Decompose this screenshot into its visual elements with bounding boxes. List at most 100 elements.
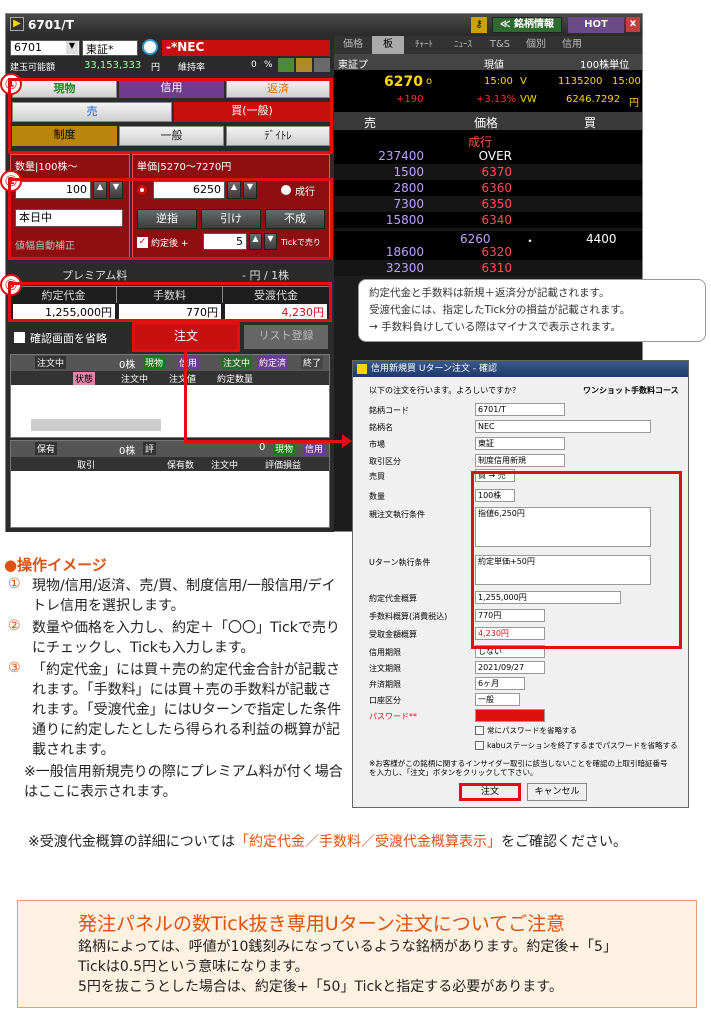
skip-confirm-checkbox[interactable] bbox=[14, 332, 25, 343]
dialog-field-label: 売買 bbox=[369, 472, 385, 481]
orders-panel: 注文中 0株 現物 信用 注文中 約定済 終了 状態 注文中 注文値 約定数量 bbox=[10, 354, 330, 438]
price-mark: o bbox=[426, 76, 433, 87]
hot-button[interactable]: HOT bbox=[568, 17, 624, 33]
market-select[interactable]: 東証* bbox=[82, 40, 138, 56]
howto-list: ① 現物/信用/返済、売/買、制度信用/一般信用/デイトレ信用を選択します。 ②… bbox=[8, 576, 344, 802]
board-cell-price[interactable]: 6320 bbox=[462, 245, 512, 259]
title-bar: ▶ 6701/T ⚷ ≪ 銘柄情報 HOT x bbox=[6, 14, 642, 36]
board-cell-sell[interactable]: 2800 bbox=[374, 181, 424, 195]
board-cell-sell[interactable]: 15800 bbox=[374, 213, 424, 227]
skip-password-session-label: kabuステーションを終了するまでパスワードを省略する bbox=[487, 741, 678, 750]
howto-title: ●操作イメージ bbox=[4, 556, 107, 574]
holdings-col-order: 注文中 bbox=[211, 461, 239, 471]
board-cell-sell[interactable]: 237400 bbox=[374, 149, 424, 163]
orders-filter-margin[interactable]: 信用 bbox=[177, 356, 200, 369]
tab-board[interactable]: 板 bbox=[372, 36, 404, 54]
password-input[interactable] bbox=[475, 709, 545, 722]
quote-unit: 100株単位 bbox=[580, 60, 630, 71]
calc-icon[interactable] bbox=[296, 58, 312, 72]
board-cell-price[interactable]: 6360 bbox=[462, 181, 512, 195]
board-row: 2800 6360 bbox=[334, 180, 642, 196]
margin-value: 33,153,333 bbox=[84, 60, 142, 71]
skip-password-label: 常にパスワードを省略する bbox=[487, 726, 577, 735]
chart-icon[interactable] bbox=[278, 58, 294, 72]
dialog-field-label: 数量 bbox=[369, 492, 385, 501]
arrow-head-icon bbox=[342, 434, 352, 448]
board-bottom-mark: ・ bbox=[524, 234, 537, 248]
vwap-mark: VW bbox=[520, 94, 537, 105]
board-price-header: 価格 bbox=[474, 116, 499, 130]
board-row: 32300 6310 bbox=[334, 260, 642, 276]
detail-note-link[interactable]: 「約定代金／手数料／受渡代金概算表示」 bbox=[235, 834, 501, 850]
board-cell-sell[interactable]: 32300 bbox=[374, 261, 424, 275]
dialog-cancel-button[interactable]: キャンセル bbox=[527, 783, 587, 801]
key-icon[interactable]: ⚷ bbox=[471, 17, 487, 33]
holdings-col-trade: 取引 bbox=[77, 461, 96, 471]
detail-note-suffix: をご確認ください。 bbox=[501, 834, 628, 850]
price-change: +190 bbox=[396, 94, 424, 105]
board-bottom-buy: 4400 bbox=[586, 232, 617, 246]
warning-line-1: 銘柄によっては、呼値が10銭刻みになっているような銘柄があります。約定後+「5」 bbox=[78, 939, 617, 955]
highlight-amounts bbox=[8, 282, 332, 322]
dialog-note: ※お客様がこの銘柄に関するインサイダー取引に該当しないことを確認の上取引暗証番号… bbox=[369, 759, 668, 777]
dialog-field-value: 制度信用新規 bbox=[475, 454, 565, 467]
board-cell-sell[interactable]: 1500 bbox=[374, 165, 424, 179]
premium-label: プレミアム料 bbox=[62, 269, 128, 282]
holdings-filter-cash[interactable]: 現物 bbox=[273, 442, 296, 455]
warning-line-2: Tickは0.5円という意味になります。 bbox=[78, 959, 309, 975]
list-register-button[interactable]: リスト登録 bbox=[244, 325, 328, 349]
board-cell-price[interactable]: 6310 bbox=[462, 261, 512, 275]
board-cell-price[interactable]: 6340 bbox=[462, 213, 512, 227]
callout: 約定代金と手数料は新規＋返済分が記載されます。 受渡代金には、指定したTick分… bbox=[358, 279, 706, 342]
dialog-field-value: 2021/09/27 bbox=[475, 661, 545, 674]
margin-unit: 円 bbox=[151, 63, 161, 73]
dialog-field-label: 手数料概算(消費税込) bbox=[369, 612, 448, 621]
board-cell-sell[interactable]: 18600 bbox=[374, 245, 424, 259]
board-cell-price[interactable]: 6370 bbox=[462, 165, 512, 179]
search-icon[interactable] bbox=[142, 39, 158, 55]
dialog-field-label: 取引区分 bbox=[369, 457, 401, 466]
tab-credit[interactable]: 信用 bbox=[554, 36, 590, 54]
dialog-field-label: 市場 bbox=[369, 440, 385, 449]
dialog-field-value: NEC bbox=[475, 420, 651, 433]
orders-filter-filled[interactable]: 約定済 bbox=[257, 356, 289, 369]
tab-individual[interactable]: 個別 bbox=[518, 36, 554, 54]
tab-price[interactable]: 価格 bbox=[334, 36, 372, 54]
howto-note: ※一般信用新規売りの際にプレミアム料が付く場合はここに表示されます。 bbox=[24, 764, 343, 800]
detail-note-prefix: ※受渡代金概算の詳細については bbox=[28, 834, 236, 850]
dialog-field-value: 東証 bbox=[475, 437, 565, 450]
margin-label: 建玉可能額 bbox=[10, 63, 56, 73]
tab-chart[interactable]: ﾁｬｰﾄ bbox=[404, 36, 444, 54]
skip-password-session-checkbox[interactable] bbox=[475, 741, 484, 750]
vwap: 6246.7292 bbox=[566, 94, 621, 105]
board-row: 15800 6340 bbox=[334, 212, 642, 228]
vwap-unit: 円 bbox=[629, 98, 639, 109]
chevron-down-icon[interactable]: ▼ bbox=[66, 41, 78, 54]
orders-col-qty: 約定数量 bbox=[217, 375, 254, 385]
orders-tag: 注文中 bbox=[35, 356, 67, 369]
quote-market: 東証プ bbox=[338, 60, 368, 71]
orders-filter-done[interactable]: 終了 bbox=[301, 356, 324, 369]
dialog-field-value: 6ヶ月 bbox=[475, 677, 525, 690]
tab-ts[interactable]: T&S bbox=[482, 36, 518, 54]
maint-unit: % bbox=[264, 60, 273, 70]
detail-note: ※受渡代金概算の詳細については「約定代金／手数料／受渡代金概算表示」をご確認くだ… bbox=[28, 832, 658, 852]
howto-num-2: ② bbox=[8, 618, 21, 634]
orders-scrollbar[interactable] bbox=[31, 419, 161, 431]
close-icon[interactable]: x bbox=[626, 17, 640, 32]
skip-password-checkbox[interactable] bbox=[475, 726, 484, 735]
orders-filter-active[interactable]: 注文中 bbox=[221, 356, 253, 369]
maint-label: 維持率 bbox=[178, 63, 206, 73]
howto-text-2: 数量や価格を入力し、約定＋「〇〇」Tickで売りにチェックし、Tickも入力しま… bbox=[32, 620, 340, 656]
arrow-line-h bbox=[184, 440, 344, 443]
board-cell-price[interactable]: OVER bbox=[462, 149, 512, 163]
holdings-filter-margin[interactable]: 信用 bbox=[303, 442, 326, 455]
dialog-order-button[interactable]: 注文 bbox=[459, 783, 521, 801]
holdings-count2: 0 bbox=[259, 442, 266, 453]
board-cell-sell[interactable]: 7300 bbox=[374, 197, 424, 211]
settings-icon[interactable] bbox=[314, 58, 330, 72]
tab-news[interactable]: ﾆｭｰｽ bbox=[444, 36, 482, 54]
orders-filter-cash[interactable]: 現物 bbox=[143, 356, 166, 369]
stock-info-button[interactable]: ≪ 銘柄情報 bbox=[492, 17, 562, 33]
board-cell-price[interactable]: 6350 bbox=[462, 197, 512, 211]
